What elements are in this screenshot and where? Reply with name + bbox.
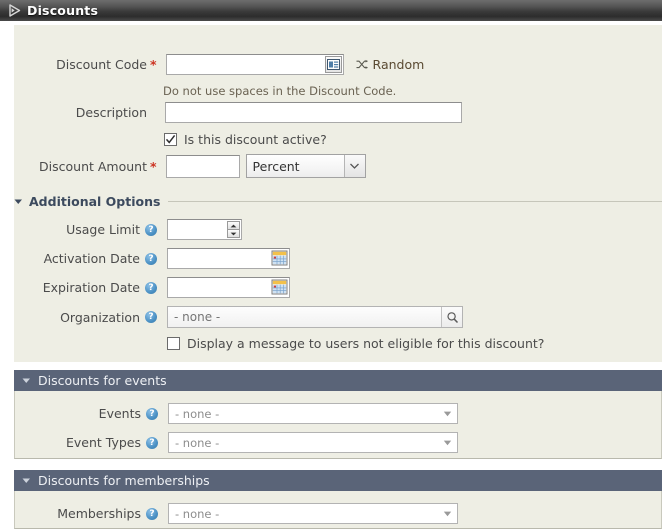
help-icon[interactable]: ? <box>146 408 158 420</box>
help-icon[interactable]: ? <box>145 253 157 265</box>
description-input[interactable] <box>165 102 462 123</box>
stepper-up-icon[interactable] <box>227 221 240 230</box>
event-types-multiselect[interactable]: - none - <box>168 432 458 453</box>
event-types-label: Event Types <box>15 435 141 450</box>
section-title-memberships: Discounts for memberships <box>38 473 210 488</box>
additional-options-toggle[interactable]: Additional Options <box>14 194 662 209</box>
discount-type-value: Percent <box>247 159 344 174</box>
discount-amount-row: Discount Amount * Percent <box>0 154 520 178</box>
memberships-multiselect[interactable]: - none - <box>168 503 458 524</box>
event-types-value: - none - <box>169 436 437 450</box>
section-header-events[interactable]: Discounts for events <box>14 370 662 391</box>
window-title: Discounts <box>27 3 98 18</box>
section-discounts-for-memberships: Discounts for memberships Memberships ? … <box>14 470 662 529</box>
additional-options-divider <box>168 201 662 202</box>
events-multiselect[interactable]: - none - <box>168 403 458 424</box>
organization-label: Organization <box>0 310 140 325</box>
event-types-row: Event Types ? - none - <box>15 432 495 453</box>
section-discounts-for-events: Discounts for events Events ? - none - E… <box>14 370 662 459</box>
random-code-link[interactable]: Random <box>356 57 425 72</box>
is-active-row: Is this discount active? <box>164 132 327 147</box>
description-row: Description <box>0 102 520 123</box>
triangle-down-icon <box>14 198 23 205</box>
chevron-down-icon <box>344 155 365 177</box>
play-triangle-icon <box>7 3 22 18</box>
events-row: Events ? - none - <box>15 403 495 424</box>
usage-limit-row: Usage Limit ? <box>0 219 520 240</box>
help-icon[interactable]: ? <box>145 311 157 323</box>
magnifier-icon[interactable] <box>441 307 462 327</box>
contact-card-icon[interactable] <box>325 56 342 73</box>
page-content: Discount Code * <box>0 21 662 508</box>
memberships-value: - none - <box>169 507 437 521</box>
expiration-date-row: Expiration Date ? <box>0 277 520 298</box>
dropdown-arrow-icon <box>437 410 457 418</box>
expiration-date-label: Expiration Date <box>0 280 140 295</box>
display-message-label: Display a message to users not eligible … <box>187 336 544 351</box>
calendar-icon[interactable] <box>271 250 288 266</box>
discount-code-input[interactable] <box>166 54 344 75</box>
organization-row: Organization ? <box>0 306 520 328</box>
help-icon[interactable]: ? <box>145 282 157 294</box>
activation-date-label: Activation Date <box>0 251 140 266</box>
discount-amount-label: Discount Amount <box>0 159 147 174</box>
discount-amount-required-marker: * <box>150 159 157 174</box>
description-label: Description <box>0 105 147 120</box>
memberships-row: Memberships ? - none - <box>15 503 495 524</box>
section-body-events: Events ? - none - Event Types ? - none - <box>14 391 662 459</box>
display-message-checkbox[interactable] <box>167 337 180 350</box>
discount-code-label: Discount Code <box>0 57 147 72</box>
section-header-memberships[interactable]: Discounts for memberships <box>14 470 662 491</box>
memberships-label: Memberships <box>15 506 141 521</box>
stepper-down-icon[interactable] <box>227 230 240 238</box>
section-title-events: Discounts for events <box>38 373 167 388</box>
additional-options-label: Additional Options <box>29 194 160 209</box>
window-titlebar: Discounts <box>0 0 662 21</box>
events-value: - none - <box>169 407 437 421</box>
is-active-checkbox[interactable] <box>164 133 177 146</box>
help-icon[interactable]: ? <box>145 224 157 236</box>
is-active-label: Is this discount active? <box>184 132 327 147</box>
discount-code-hint: Do not use spaces in the Discount Code. <box>163 84 396 98</box>
discount-code-required-marker: * <box>150 57 157 72</box>
discount-amount-input[interactable] <box>166 155 240 178</box>
help-icon[interactable]: ? <box>146 437 158 449</box>
usage-limit-label: Usage Limit <box>0 222 140 237</box>
display-message-row: Display a message to users not eligible … <box>167 336 544 351</box>
events-label: Events <box>15 406 141 421</box>
section-body-memberships: Memberships ? - none - <box>14 491 662 529</box>
discount-code-row: Discount Code * <box>0 54 520 75</box>
triangle-down-icon <box>22 477 31 484</box>
shuffle-icon <box>356 59 368 70</box>
calendar-icon[interactable] <box>271 279 288 295</box>
dropdown-arrow-icon <box>437 510 457 518</box>
organization-input[interactable] <box>168 307 441 327</box>
activation-date-row: Activation Date ? <box>0 248 520 269</box>
help-icon[interactable]: ? <box>146 508 158 520</box>
dropdown-arrow-icon <box>437 439 457 447</box>
triangle-down-icon <box>22 377 31 384</box>
random-code-label: Random <box>373 57 425 72</box>
usage-limit-stepper[interactable] <box>227 221 240 238</box>
discount-type-select[interactable]: Percent <box>246 154 366 178</box>
